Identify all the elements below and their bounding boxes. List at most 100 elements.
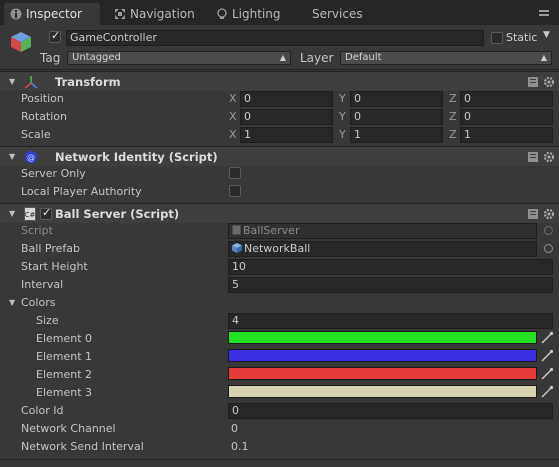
component-enabled-toggle[interactable] (40, 206, 52, 220)
gameobject-cube-icon (11, 32, 31, 52)
eyedropper-icon[interactable] (540, 331, 554, 345)
axis-x-label: X (229, 92, 237, 105)
svg-text:C#: C# (25, 211, 36, 219)
layer-label: Layer (300, 51, 334, 65)
transform-axes-icon (24, 76, 38, 89)
tab-label: Lighting (232, 7, 281, 21)
colors-label[interactable]: Colors (21, 296, 55, 309)
network-channel-label: Network Channel (21, 422, 116, 435)
gear-icon[interactable] (543, 151, 555, 163)
interval-label: Interval (21, 278, 64, 291)
tab-services[interactable]: Services (306, 3, 386, 25)
element-1-label: Element 1 (36, 350, 93, 363)
element-2-label: Element 2 (36, 368, 93, 381)
object-picker-icon (544, 226, 553, 235)
eyedropper-icon[interactable] (540, 349, 554, 363)
fold-arrow-icon[interactable]: ▼ (9, 77, 15, 86)
prefab-cube-icon (232, 243, 242, 253)
layer-value: Default (345, 52, 382, 63)
scale-x-input[interactable]: 1 (240, 127, 333, 143)
network-send-interval-label: Network Send Interval (21, 440, 144, 453)
rotation-label: Rotation (21, 110, 68, 123)
axis-x-label: X (229, 128, 237, 141)
element-3-color-swatch[interactable] (228, 385, 537, 398)
local-player-authority-checkbox[interactable] (229, 185, 241, 197)
axis-z-label: Z (449, 110, 457, 123)
scale-z-input[interactable]: 1 (460, 127, 553, 143)
start-height-input[interactable]: 10 (228, 259, 553, 275)
layer-dropdown[interactable]: Default ▲ (340, 51, 552, 65)
element-0-color-swatch[interactable] (228, 331, 537, 344)
scale-label: Scale (21, 128, 51, 141)
eyedropper-icon[interactable] (540, 367, 554, 381)
static-toggle[interactable] (491, 32, 503, 44)
help-book-icon[interactable] (527, 208, 539, 220)
interval-input[interactable]: 5 (228, 277, 553, 293)
tag-value: Untagged (72, 52, 121, 63)
eyedropper-icon[interactable] (540, 385, 554, 399)
tab-inspector[interactable]: Inspector (4, 3, 100, 25)
script-field: BallServer (228, 223, 537, 239)
element-2-color-swatch[interactable] (228, 367, 537, 380)
fold-arrow-icon[interactable]: ▼ (9, 152, 15, 161)
network-channel-value: 0 (231, 422, 238, 435)
axis-z-label: Z (449, 128, 457, 141)
transform-header[interactable]: ▼ Transform (0, 71, 559, 91)
position-x-input[interactable]: 0 (240, 91, 333, 107)
chevron-down-icon: ▲ (540, 53, 547, 62)
rotation-y-input[interactable]: 0 (350, 109, 443, 125)
position-z-input[interactable]: 0 (460, 91, 553, 107)
axis-z-label: Z (449, 92, 457, 105)
network-identity-header[interactable]: ▼ @ Network Identity (Script) (0, 146, 559, 166)
axis-x-label: X (229, 110, 237, 123)
fold-arrow-icon[interactable]: ▼ (9, 209, 15, 218)
component-title: Ball Server (Script) (55, 207, 180, 221)
size-input[interactable]: 4 (228, 313, 553, 329)
colors-fold-arrow-icon[interactable]: ▼ (9, 298, 15, 307)
gameobject-name-input[interactable]: GameController (66, 30, 484, 46)
color-id-input[interactable]: 0 (228, 403, 553, 419)
tab-menu-icon[interactable] (539, 8, 551, 21)
ball-prefab-field[interactable]: NetworkBall (228, 241, 537, 257)
gear-icon[interactable] (543, 208, 555, 220)
element-3-label: Element 3 (36, 386, 93, 399)
tab-navigation[interactable]: Navigation (108, 3, 208, 25)
script-file-icon (232, 225, 241, 235)
tab-label: Navigation (130, 7, 195, 21)
server-only-label: Server Only (21, 167, 86, 180)
script-file-icon: C# (24, 207, 36, 221)
object-picker-icon[interactable] (544, 244, 553, 253)
axis-y-label: Y (339, 128, 346, 141)
gear-icon[interactable] (543, 76, 555, 88)
rotation-z-input[interactable]: 0 (460, 109, 553, 125)
position-label: Position (21, 92, 64, 105)
rotation-x-input[interactable]: 0 (240, 109, 333, 125)
active-toggle[interactable] (49, 29, 61, 43)
start-height-label: Start Height (21, 260, 88, 273)
tag-label: Tag (40, 51, 61, 65)
help-book-icon[interactable] (527, 76, 539, 88)
info-icon (10, 8, 22, 20)
navigation-icon (115, 9, 125, 19)
script-value: BallServer (243, 224, 300, 237)
color-id-label: Color Id (21, 404, 64, 417)
local-player-authority-label: Local Player Authority (21, 185, 142, 198)
axis-y-label: Y (339, 110, 346, 123)
scale-y-input[interactable]: 1 (350, 127, 443, 143)
static-dropdown-icon[interactable]: ▼ (543, 30, 550, 40)
ball-prefab-value: NetworkBall (244, 242, 311, 255)
bottom-divider (0, 459, 559, 460)
svg-text:@: @ (27, 153, 35, 162)
script-label: Script (21, 224, 53, 237)
position-y-input[interactable]: 0 (350, 91, 443, 107)
help-book-icon[interactable] (527, 151, 539, 163)
tab-lighting[interactable]: Lighting (210, 3, 300, 25)
tab-bar: Inspector Navigation Lighting Services (0, 0, 559, 25)
element-1-color-swatch[interactable] (228, 349, 537, 362)
tag-dropdown[interactable]: Untagged ▲ (67, 51, 291, 65)
ball-server-header[interactable]: ▼ C# Ball Server (Script) (0, 203, 559, 223)
server-only-checkbox[interactable] (229, 167, 241, 179)
component-title: Transform (55, 75, 121, 89)
ball-prefab-label: Ball Prefab (21, 242, 80, 255)
chevron-down-icon: ▲ (279, 53, 286, 62)
